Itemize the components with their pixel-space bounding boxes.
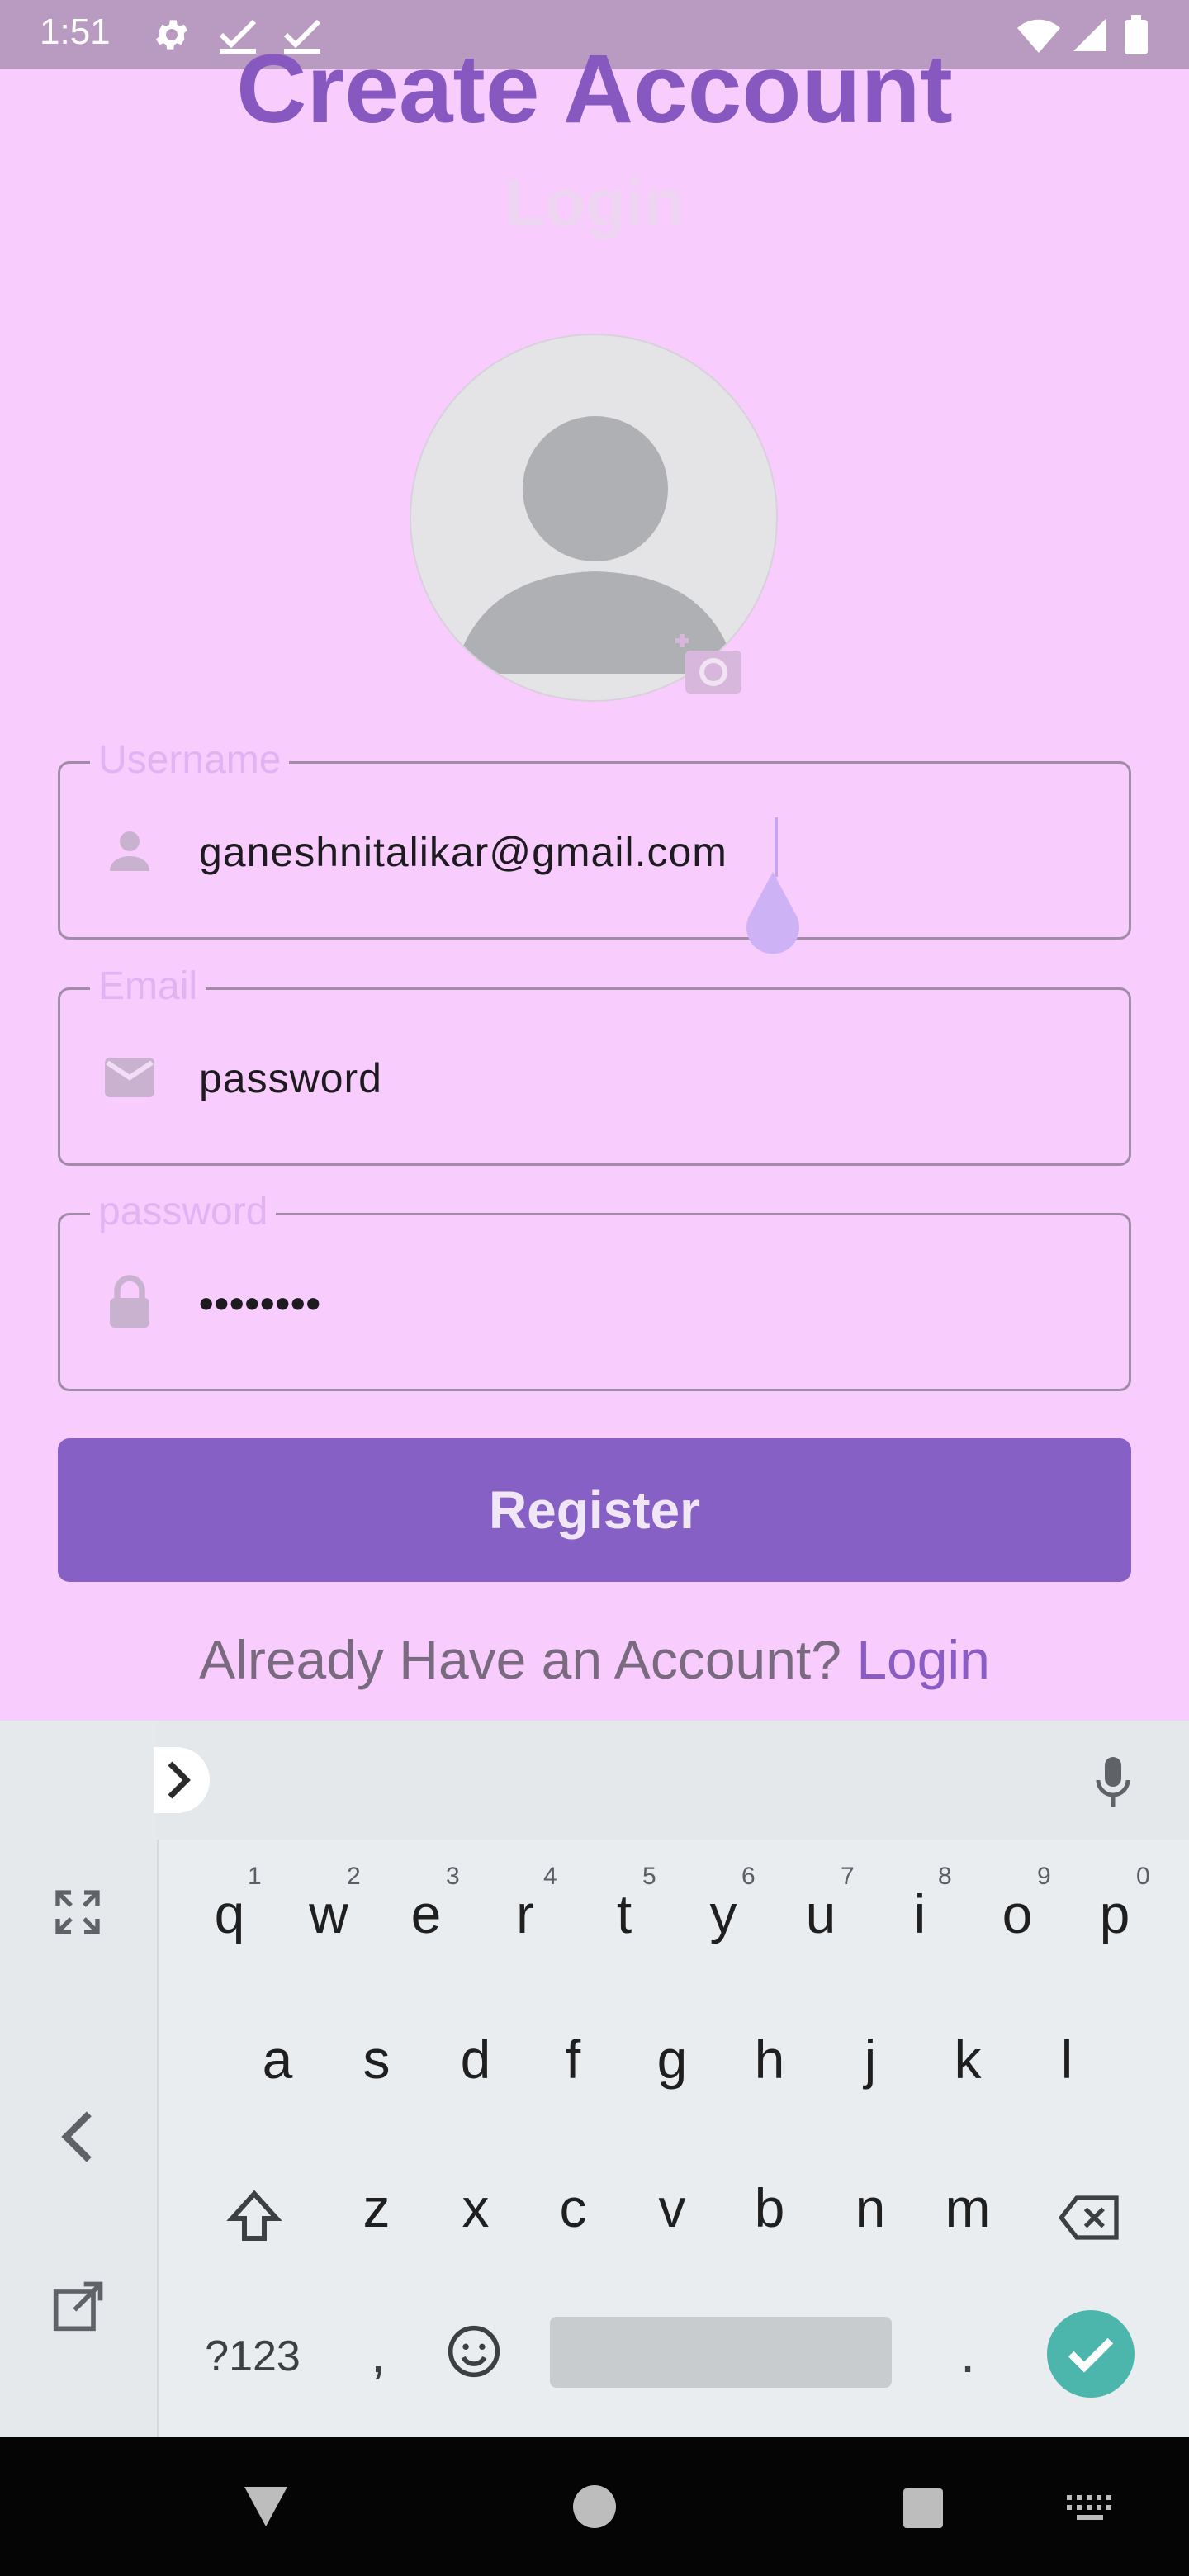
key-b[interactable]: b — [728, 2176, 811, 2239]
chevron-right-icon[interactable] — [154, 1747, 210, 1813]
key-o[interactable]: o — [976, 1882, 1059, 1945]
key-hint-5: 5 — [642, 1863, 656, 1890]
login-prompt: Already Have an Account? Login — [0, 1628, 1189, 1691]
key-hint-0: 0 — [1136, 1863, 1150, 1890]
key-comma[interactable]: , — [337, 2322, 419, 2384]
username-field[interactable]: Username ganeshnitalikar@gmail.com — [58, 737, 1131, 940]
key-hint-1: 1 — [248, 1863, 262, 1890]
done-check-icon[interactable] — [1047, 2310, 1135, 2398]
email-input[interactable]: password — [199, 1054, 382, 1102]
key-w[interactable]: w — [287, 1882, 370, 1945]
key-n[interactable]: n — [829, 2176, 912, 2239]
space-bar[interactable] — [550, 2317, 892, 2388]
key-hint-8: 8 — [938, 1863, 952, 1890]
mail-icon — [105, 1058, 154, 1097]
key-a[interactable]: a — [236, 2028, 319, 2091]
cursor-handle[interactable] — [740, 872, 806, 958]
symbols-key[interactable]: ?123 — [195, 2332, 310, 2381]
backspace-icon[interactable] — [1057, 2191, 1123, 2244]
emoji-icon[interactable] — [446, 2323, 502, 2379]
key-k[interactable]: k — [926, 2028, 1009, 2091]
key-period[interactable]: . — [926, 2322, 1009, 2384]
key-q[interactable]: q — [188, 1882, 271, 1945]
key-x[interactable]: x — [434, 2176, 517, 2239]
password-input[interactable]: •••••••• — [199, 1280, 321, 1328]
floating-keyboard-icon[interactable] — [51, 2277, 107, 2333]
keyboard-switch-icon[interactable] — [1065, 2492, 1115, 2525]
shift-icon[interactable] — [225, 2186, 284, 2246]
page-title: Create Account — [236, 35, 953, 144]
login-prompt-text: Already Have an Account? — [199, 1629, 841, 1690]
key-hint-9: 9 — [1037, 1863, 1051, 1890]
key-c[interactable]: c — [532, 2176, 614, 2239]
text-cursor — [775, 817, 778, 877]
expand-icon[interactable] — [51, 1886, 104, 1939]
key-hint-6: 6 — [741, 1863, 756, 1890]
key-h[interactable]: h — [728, 2028, 811, 2091]
soft-keyboard: q w e r t y u i o p 1 2 3 4 5 6 7 8 9 0 … — [0, 1721, 1189, 2437]
recents-square-icon[interactable] — [902, 2487, 945, 2530]
person-icon — [110, 831, 149, 871]
key-s[interactable]: s — [335, 2028, 418, 2091]
key-p[interactable]: p — [1073, 1882, 1156, 1945]
key-r[interactable]: r — [484, 1882, 566, 1945]
home-circle-icon[interactable] — [571, 2484, 618, 2530]
password-field[interactable]: password •••••••• — [58, 1189, 1131, 1391]
key-y[interactable]: y — [682, 1882, 765, 1945]
key-g[interactable]: g — [631, 2028, 713, 2091]
key-hint-7: 7 — [841, 1863, 855, 1890]
key-hint-2: 2 — [347, 1863, 361, 1890]
email-label: Email — [90, 964, 206, 1009]
add-camera-icon[interactable] — [675, 627, 745, 697]
email-field[interactable]: Email password — [58, 964, 1131, 1166]
lock-icon — [110, 1275, 149, 1328]
chevron-left-icon[interactable] — [54, 2107, 101, 2166]
key-v[interactable]: v — [631, 2176, 713, 2239]
username-label: Username — [90, 737, 290, 783]
username-input[interactable]: ganeshnitalikar@gmail.com — [199, 828, 727, 876]
keyboard-suggestion-bar — [154, 1721, 1189, 1840]
microphone-icon[interactable] — [1093, 1754, 1133, 1810]
key-j[interactable]: j — [829, 2028, 912, 2091]
key-hint-4: 4 — [543, 1863, 557, 1890]
key-hint-3: 3 — [446, 1863, 460, 1890]
key-u[interactable]: u — [779, 1882, 862, 1945]
key-l[interactable]: l — [1026, 2028, 1108, 2091]
key-i[interactable]: i — [879, 1882, 961, 1945]
key-e[interactable]: e — [385, 1882, 467, 1945]
login-link[interactable]: Login — [856, 1629, 990, 1690]
key-f[interactable]: f — [532, 2028, 614, 2091]
register-button[interactable]: Register — [58, 1438, 1131, 1582]
key-z[interactable]: z — [335, 2176, 418, 2239]
key-m[interactable]: m — [926, 2176, 1009, 2239]
keyboard-side-panel — [0, 1721, 159, 2437]
page-subtitle: Login — [504, 166, 685, 239]
key-d[interactable]: d — [434, 2028, 517, 2091]
key-t[interactable]: t — [583, 1882, 666, 1945]
password-label: password — [90, 1189, 277, 1234]
navigation-bar — [0, 2437, 1189, 2576]
back-triangle-icon[interactable] — [241, 2484, 291, 2530]
